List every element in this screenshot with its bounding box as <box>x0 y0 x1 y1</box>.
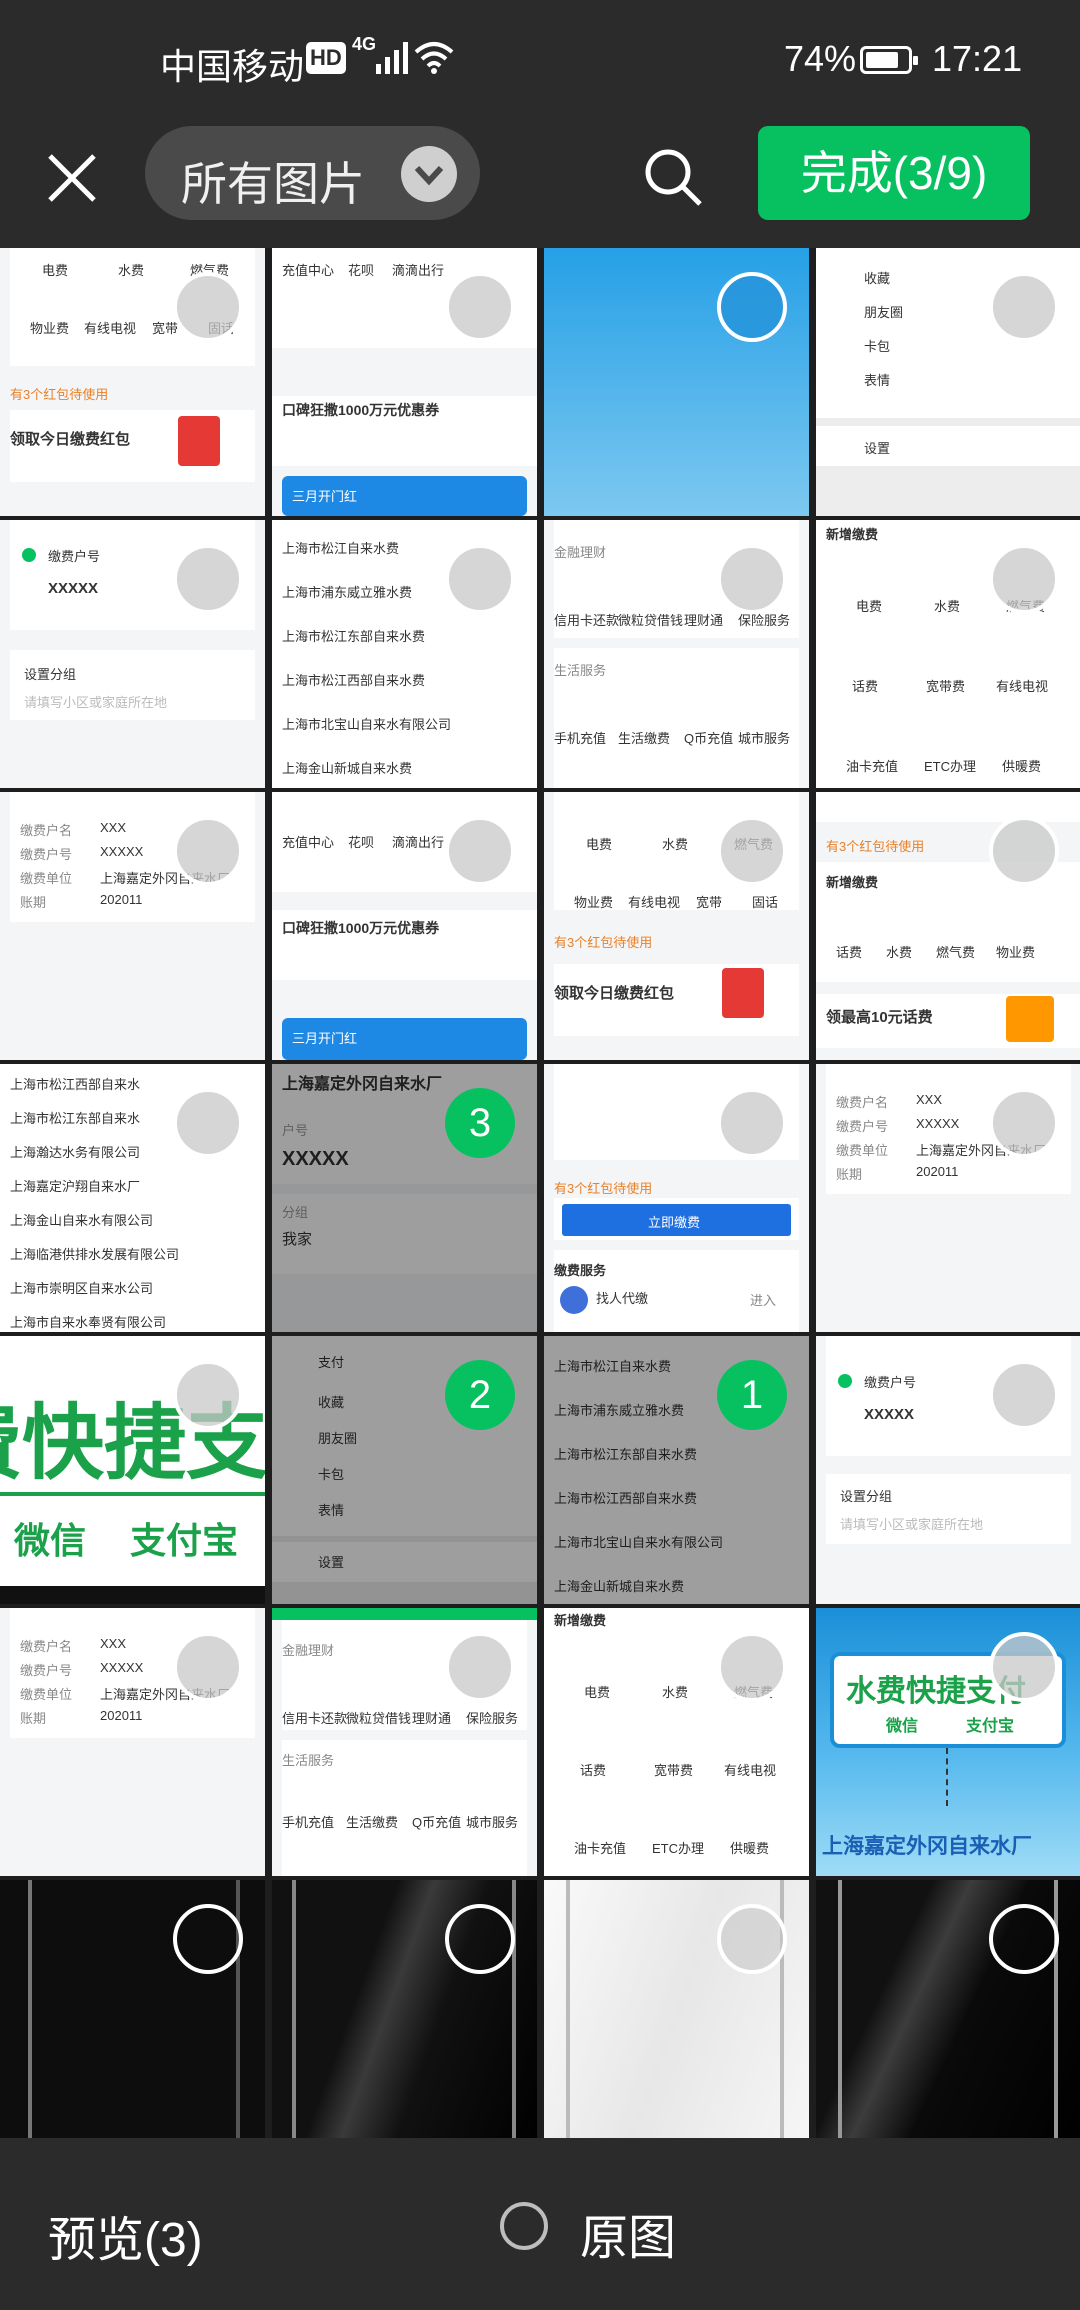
original-image-label: 原图 <box>580 2212 677 2265</box>
select-circle[interactable] <box>445 272 515 342</box>
photo-thumbnail[interactable]: 上海市松江西部自来水 上海市松江东部自来水 上海瀚达水务有限公司 上海嘉定沪翔自… <box>0 1064 265 1332</box>
hd-badge: HD <box>306 42 346 74</box>
photo-thumbnail[interactable] <box>544 1880 809 2138</box>
battery-icon <box>860 46 918 74</box>
photo-thumbnail[interactable]: 有3个红包待使用 新增缴费 话费 水费 燃气费 物业费 领最高10元话费 <box>816 792 1080 1060</box>
wifi-icon <box>414 42 454 74</box>
picker-header: 所有图片 完成(3/9) <box>0 120 1080 248</box>
select-circle[interactable] <box>717 544 787 614</box>
selection-number[interactable]: 2 <box>445 1360 515 1430</box>
photo-thumbnail[interactable]: 金融理财 信用卡还款 微粒贷借钱 理财通 保险服务 生活服务 手机充值 生活缴费… <box>544 520 809 788</box>
photo-thumbnail[interactable]: 缴费户名 XXX 缴费户号 XXXXX 缴费单位 上海嘉定外冈自来水厂 账期 2… <box>816 1064 1080 1332</box>
photo-thumbnail[interactable]: 水费快捷支付 微信 支付宝 上海嘉定外冈自来水厂 <box>816 1608 1080 1876</box>
select-circle[interactable] <box>717 1904 787 1974</box>
select-circle[interactable] <box>173 1632 243 1702</box>
photo-thumbnail[interactable]: 电费 水费 燃气费 物业费 有线电视 宽带 固话 有3个红包待使用 领取今日缴费… <box>0 248 265 516</box>
select-circle[interactable] <box>989 816 1059 886</box>
clock: 17:21 <box>932 38 1023 79</box>
photo-thumbnail[interactable]: 电费 水费 燃气费 物业费 有线电视 宽带 固话 有3个红包待使用 领取今日缴费… <box>544 792 809 1060</box>
select-circle[interactable] <box>173 544 243 614</box>
signal-icon <box>376 42 408 74</box>
selection-number[interactable]: 3 <box>445 1088 515 1158</box>
photo-thumbnail[interactable]: 缴费户名 XXX 缴费户号 XXXXX 缴费单位 上海嘉定外冈自来水厂 账期 2… <box>0 1608 265 1876</box>
picker-footer: 预览(3) 原图 <box>0 2138 1080 2310</box>
select-circle[interactable] <box>445 544 515 614</box>
chevron-down-icon <box>401 146 457 202</box>
photo-thumbnail[interactable]: 费快捷支 微信 支付宝 <box>0 1336 265 1604</box>
select-circle[interactable] <box>173 1904 243 1974</box>
status-bar: 中国移动 HD 4G 74% 17:21 <box>0 0 1080 120</box>
photo-thumbnail[interactable]: 收藏 朋友圈 卡包 表情 设置 <box>816 248 1080 516</box>
select-circle[interactable] <box>989 272 1059 342</box>
select-circle[interactable] <box>717 272 787 342</box>
select-circle[interactable] <box>173 816 243 886</box>
carrier-name: 中国移动 <box>160 46 305 87</box>
select-circle[interactable] <box>717 816 787 886</box>
photo-thumbnail[interactable]: 缴费户名 XXX 缴费户号 XXXXX 缴费单位 上海嘉定外冈自来水厂 账期 2… <box>0 792 265 1060</box>
done-button[interactable]: 完成(3/9) <box>758 126 1030 220</box>
photo-thumbnail[interactable]: 上海市松江自来水费 上海市浦东威立雅水费 上海市松江东部自来水费 上海市松江西部… <box>272 520 537 788</box>
network-type: 4G <box>352 34 377 54</box>
photo-thumbnail[interactable]: 新增缴费 电费 水费 燃气费 话费 宽带费 有线电视 油卡充值 ETC办理 供暖… <box>544 1608 809 1876</box>
preview-button[interactable]: 预览(3) <box>48 2200 203 2270</box>
battery-percent: 74% <box>784 38 857 79</box>
photo-thumbnail[interactable] <box>0 1880 265 2138</box>
select-circle[interactable] <box>173 1088 243 1158</box>
photo-thumbnail[interactable] <box>544 248 809 516</box>
select-circle[interactable] <box>717 1632 787 1702</box>
select-circle[interactable] <box>989 1088 1059 1158</box>
close-icon[interactable] <box>40 146 104 210</box>
photo-thumbnail-selected[interactable]: 支付 收藏 朋友圈 卡包 表情 设置 2 <box>272 1336 537 1604</box>
photo-thumbnail[interactable]: 缴费户号 XXXXX 设置分组 请填写小区或家庭所在地 <box>816 1336 1080 1604</box>
photo-thumbnail[interactable] <box>816 1880 1080 2138</box>
select-circle[interactable] <box>173 1360 243 1430</box>
radio-icon[interactable] <box>500 2202 548 2250</box>
select-circle[interactable] <box>989 1904 1059 1974</box>
photo-thumbnail[interactable]: 充值中心 花呗 滴滴出行 口碑狂撒1000万元优惠券 三月开门红 <box>272 792 537 1060</box>
photo-thumbnail-selected[interactable]: 上海嘉定外冈自来水厂 户号 XXXXX 分组 我家 3 <box>272 1064 537 1332</box>
select-circle[interactable] <box>445 1904 515 1974</box>
select-circle[interactable] <box>445 816 515 886</box>
album-selector[interactable]: 所有图片 <box>145 126 480 220</box>
select-circle[interactable] <box>717 1088 787 1158</box>
selection-number[interactable]: 1 <box>717 1360 787 1430</box>
photo-thumbnail[interactable]: 有3个红包待使用 立即缴费 缴费服务 找人代缴 进入 <box>544 1064 809 1332</box>
photo-thumbnail[interactable]: 缴费户号 XXXXX 设置分组 请填写小区或家庭所在地 <box>0 520 265 788</box>
select-circle[interactable] <box>989 544 1059 614</box>
select-circle[interactable] <box>989 1360 1059 1430</box>
photo-thumbnail[interactable]: 充值中心 花呗 滴滴出行 口碑狂撒1000万元优惠券 三月开门红 <box>272 248 537 516</box>
album-name: 所有图片 <box>181 158 365 210</box>
photo-thumbnail[interactable]: 金融理财 信用卡还款 微粒贷借钱 理财通 保险服务 生活服务 手机充值 生活缴费… <box>272 1608 537 1876</box>
select-circle[interactable] <box>989 1632 1059 1702</box>
photo-thumbnail[interactable] <box>272 1880 537 2138</box>
photo-thumbnail[interactable]: 新增缴费 电费 水费 燃气费 话费 宽带费 有线电视 油卡充值 ETC办理 供暖… <box>816 520 1080 788</box>
photo-grid: 电费 水费 燃气费 物业费 有线电视 宽带 固话 有3个红包待使用 领取今日缴费… <box>0 248 1080 2138</box>
select-circle[interactable] <box>173 272 243 342</box>
search-icon[interactable] <box>640 144 706 210</box>
photo-thumbnail-selected[interactable]: 上海市松江自来水费 上海市浦东威立雅水费 上海市松江东部自来水费 上海市松江西部… <box>544 1336 809 1604</box>
select-circle[interactable] <box>445 1632 515 1702</box>
